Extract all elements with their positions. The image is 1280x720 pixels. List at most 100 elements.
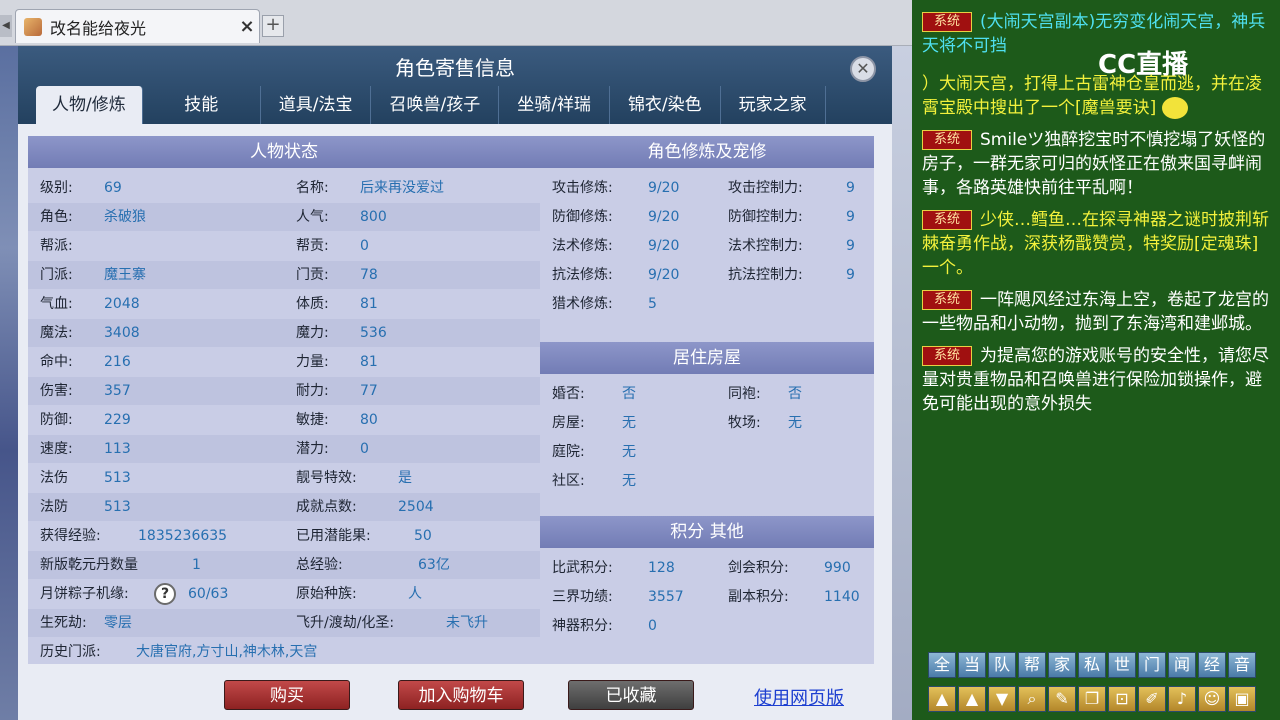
- row-value: 0: [360, 238, 369, 254]
- pen-icon[interactable]: ✐: [1138, 686, 1166, 712]
- row-label: 攻击修炼:: [552, 180, 613, 196]
- arrow-up-icon[interactable]: ▲: [928, 686, 956, 712]
- tab-scroll-left-button[interactable]: ◀: [0, 15, 12, 37]
- chat-icon[interactable]: ☺: [1198, 686, 1226, 712]
- row-value: 9: [846, 209, 855, 225]
- row-value: 78: [360, 267, 378, 283]
- chat-message: 系统 为提高您的游戏账号的安全性，请您尽量对贵重物品和召唤兽进行保险加锁操作，避免…: [922, 346, 1269, 414]
- channel-button[interactable]: 私: [1078, 652, 1106, 678]
- row-label: 法伤: [40, 470, 68, 486]
- status-row: 靓号特效: 是: [296, 464, 412, 492]
- channel-button[interactable]: 家: [1048, 652, 1076, 678]
- copy-icon[interactable]: ❐: [1078, 686, 1106, 712]
- row-label: 门派:: [40, 267, 73, 283]
- channel-button[interactable]: 世: [1108, 652, 1136, 678]
- game-background-right: [892, 46, 912, 720]
- row-label: 法术控制力:: [728, 238, 803, 254]
- row-value: 1140: [824, 589, 860, 605]
- close-button[interactable]: ✕: [850, 56, 876, 82]
- info-row: 副本积分: 1140: [728, 583, 860, 611]
- bell-icon[interactable]: ♪: [1168, 686, 1196, 712]
- channel-button[interactable]: 门: [1138, 652, 1166, 678]
- row-value: 9: [846, 180, 855, 196]
- row-label: 抗法控制力:: [728, 267, 803, 283]
- tab-home[interactable]: 玩家之家: [721, 86, 826, 124]
- saved-button[interactable]: 已收藏: [568, 680, 694, 710]
- info-row: 三界功绩: 3557: [552, 583, 684, 611]
- avatar-icon: [24, 17, 42, 36]
- note-icon[interactable]: ✎: [1048, 686, 1076, 712]
- row-label: 敏捷:: [296, 412, 329, 428]
- channel-button[interactable]: 当: [958, 652, 986, 678]
- row-value: 无: [622, 415, 636, 431]
- row-label: 靓号特效:: [296, 470, 357, 486]
- row-value: 3557: [648, 589, 684, 605]
- status-row: 法防 513: [40, 493, 131, 521]
- status-row: 历史门派: 大唐官府,方寸山,神木林,天宫: [40, 638, 317, 666]
- info-row: 社区: 无: [552, 467, 636, 495]
- photo-icon[interactable]: ▣: [1228, 686, 1256, 712]
- row-value: 3408: [104, 325, 140, 341]
- channel-button[interactable]: 音: [1228, 652, 1256, 678]
- row-label: 房屋:: [552, 415, 585, 431]
- row-value: 63亿: [418, 557, 450, 573]
- row-value: 69: [104, 180, 122, 196]
- row-value: 80: [360, 412, 378, 428]
- info-row: 庭院: 无: [552, 438, 636, 466]
- status-row: 魔法: 3408: [40, 319, 140, 347]
- browser-tab[interactable]: 改名能给夜光 ×: [15, 9, 260, 43]
- role-sale-dialog: 角色寄售信息 ✕ 人物/修炼 技能 道具/法宝 召唤兽/孩子 坐骑/祥瑞 锦衣/…: [18, 46, 892, 720]
- points-panel: 积分 其他 比武积分: 128 三界功绩: 3557 神器积分: 0 剑会积分: 990 副本积…: [540, 516, 874, 664]
- browser-tab-bar: ◀ 改名能给夜光 × +: [0, 0, 912, 46]
- tab-outfits[interactable]: 锦衣/染色: [610, 86, 721, 124]
- tab-mounts[interactable]: 坐骑/祥瑞: [499, 86, 610, 124]
- status-row: 速度: 113: [40, 435, 131, 463]
- system-tag: 系统: [922, 12, 972, 32]
- channel-button[interactable]: 经: [1198, 652, 1226, 678]
- tab-items[interactable]: 道具/法宝: [261, 86, 372, 124]
- web-version-link[interactable]: 使用网页版: [754, 684, 844, 710]
- buy-button[interactable]: 购买: [224, 680, 350, 710]
- tab-skills[interactable]: 技能: [143, 86, 261, 124]
- row-label: 角色:: [40, 209, 73, 225]
- row-label: 魔力:: [296, 325, 329, 341]
- chat-panel: CC直播 系统 (大闹天宫副本)无穷变化闹天宫，神兵天将不可挡 ）大闹天宫，打得上…: [912, 0, 1280, 720]
- dialog-tabs: 人物/修炼 技能 道具/法宝 召唤兽/孩子 坐骑/祥瑞 锦衣/染色 玩家之家: [36, 86, 826, 124]
- row-label: 三界功绩:: [552, 589, 613, 605]
- game-background: [0, 46, 18, 720]
- channel-button[interactable]: 队: [988, 652, 1016, 678]
- info-row: 抗法修炼: 9/20: [552, 261, 679, 289]
- tab-character[interactable]: 人物/修炼: [36, 86, 143, 124]
- arrow-down-icon[interactable]: ▼: [988, 686, 1016, 712]
- add-to-cart-button[interactable]: 加入购物车: [398, 680, 524, 710]
- row-value: 无: [622, 444, 636, 460]
- search-icon[interactable]: ⌕: [1018, 686, 1046, 712]
- status-row: 潜力: 0: [296, 435, 369, 463]
- row-label: 历史门派:: [40, 644, 101, 660]
- row-label: 防御修炼:: [552, 209, 613, 225]
- row-label: 潜力:: [296, 441, 329, 457]
- status-row: 飞升/渡劫/化圣: 未飞升: [296, 609, 488, 637]
- row-value: 0: [648, 618, 657, 634]
- status-row: 原始种族: 人: [296, 580, 422, 608]
- lock-icon[interactable]: ⊡: [1108, 686, 1136, 712]
- status-row: 名称: 后来再没爱过: [296, 174, 444, 202]
- help-icon[interactable]: ?: [154, 583, 176, 605]
- info-row: 比武积分: 128: [552, 554, 675, 582]
- channel-button[interactable]: 闻: [1168, 652, 1196, 678]
- channel-button[interactable]: 全: [928, 652, 956, 678]
- row-label: 庭院:: [552, 444, 585, 460]
- tab-pets[interactable]: 召唤兽/孩子: [371, 86, 500, 124]
- row-value: 2048: [104, 296, 140, 312]
- channel-button[interactable]: 帮: [1018, 652, 1046, 678]
- row-label: 原始种族:: [296, 586, 357, 602]
- info-row: 防御修炼: 9/20: [552, 203, 679, 231]
- arrow-up-icon[interactable]: ▲: [958, 686, 986, 712]
- new-tab-button[interactable]: +: [262, 15, 284, 37]
- status-row: 体质: 81: [296, 290, 378, 318]
- close-icon[interactable]: ×: [235, 16, 259, 37]
- status-panel: 人物状态 级别: 69 角色: 杀破狼 帮派: 门派: 魔王寨 气血: 2048 魔法: 3408 命…: [28, 136, 540, 664]
- row-value: 人: [408, 586, 422, 602]
- info-row: 剑会积分: 990: [728, 554, 851, 582]
- row-value: 零层: [104, 615, 132, 631]
